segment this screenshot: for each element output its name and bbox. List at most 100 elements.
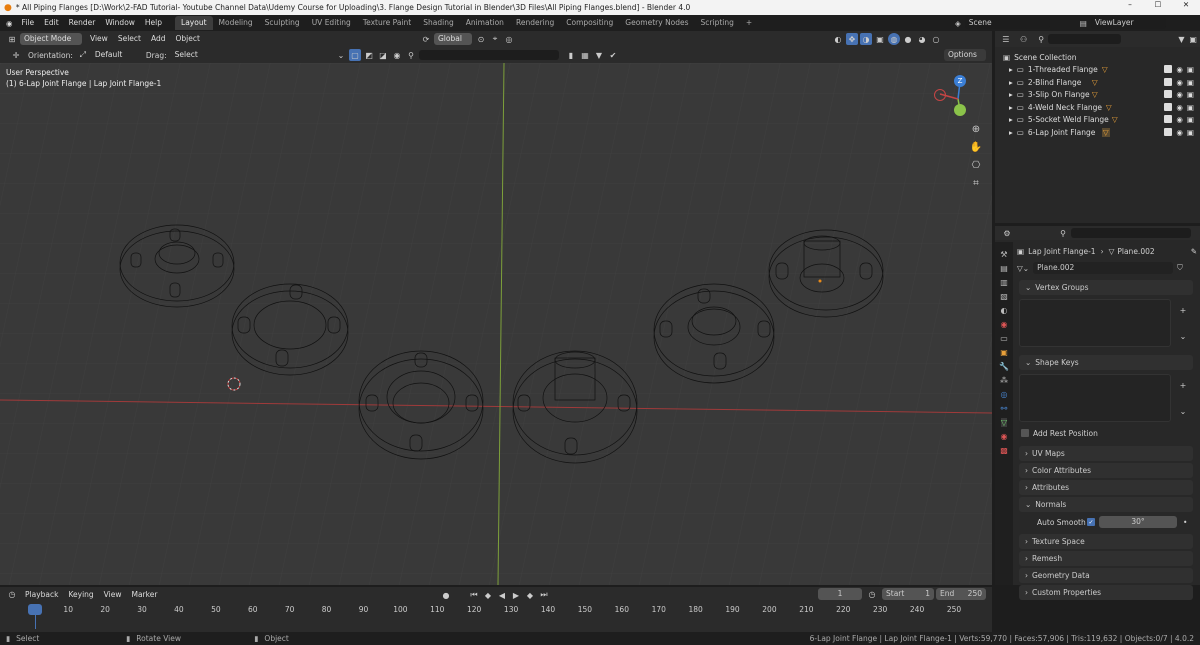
proportional-edit-icon[interactable]: ◎: [503, 33, 515, 45]
close-icon[interactable]: ✕: [1172, 0, 1200, 9]
panel-attributes[interactable]: › Attributes: [1019, 480, 1193, 495]
exclude-checkbox[interactable]: [1164, 77, 1173, 86]
panel-vertex-groups[interactable]: ⌄ Vertex Groups: [1019, 280, 1193, 295]
tab-layout[interactable]: Layout: [175, 16, 213, 30]
maximize-icon[interactable]: ☐: [1144, 0, 1172, 9]
clock-icon[interactable]: ◷: [866, 588, 878, 600]
start-frame-field[interactable]: Start 1: [882, 588, 934, 600]
bookmark-icon[interactable]: ▮: [565, 49, 577, 61]
tab-sculpting[interactable]: Sculpting: [259, 16, 306, 30]
eye-icon[interactable]: ◉: [1176, 90, 1183, 99]
camera-render-icon[interactable]: ▣: [1187, 128, 1194, 137]
menu-marker[interactable]: Marker: [126, 587, 162, 603]
camera-render-icon[interactable]: ▣: [1187, 115, 1194, 124]
play-reverse-icon[interactable]: ◀: [496, 589, 508, 601]
outliner-item[interactable]: ▸ ▭ 5-Socket Weld Flange ▽ ◉ ▣: [995, 114, 1200, 127]
navigation-gizmo[interactable]: Z: [930, 73, 970, 119]
menu-window[interactable]: Window: [100, 15, 140, 31]
transform-orientation-selector[interactable]: Global: [434, 33, 472, 45]
eye-icon[interactable]: ◉: [1176, 65, 1183, 74]
view-layer-tab-icon[interactable]: ▧: [1000, 292, 1008, 301]
camera-render-icon[interactable]: ▣: [1187, 65, 1194, 74]
add-shape-key-button[interactable]: +: [1177, 379, 1189, 391]
shape-keys-list[interactable]: [1019, 374, 1171, 422]
scene-selector[interactable]: Scene: [964, 17, 1050, 29]
check-icon[interactable]: ✔: [607, 49, 619, 61]
mesh-name-field[interactable]: Plane.002: [1033, 262, 1174, 274]
current-frame-field[interactable]: 1: [818, 588, 862, 600]
gizmo-y-axis[interactable]: [954, 104, 966, 116]
prev-keyframe-icon[interactable]: ◆: [482, 589, 494, 601]
chevron-down-icon[interactable]: ⌄: [1177, 330, 1189, 342]
tab-geometry-nodes[interactable]: Geometry Nodes: [619, 16, 694, 30]
outliner-search-input[interactable]: [1048, 34, 1121, 44]
scene-collection[interactable]: ▣ Scene Collection: [995, 51, 1200, 64]
data-tab-icon[interactable]: ▽: [1000, 418, 1008, 427]
camera-icon[interactable]: ⎔: [970, 159, 982, 171]
tool-tab-icon[interactable]: ⚒: [1000, 250, 1007, 259]
keyframe-dot-icon[interactable]: •: [1183, 518, 1187, 527]
vertex-groups-list[interactable]: [1019, 299, 1171, 347]
eye-icon[interactable]: ◉: [1176, 103, 1183, 112]
view-layer-selector[interactable]: ViewLayer: [1090, 17, 1166, 29]
xray-icon[interactable]: ▣: [874, 33, 886, 45]
curve-icon[interactable]: ◪: [377, 49, 389, 61]
world-tab-icon[interactable]: ◉: [1001, 320, 1008, 329]
render-tab-icon[interactable]: ▤: [1000, 264, 1008, 273]
outliner-item[interactable]: ▸ ▭ 1-Threaded Flange ▽ ◉ ▣: [995, 64, 1200, 77]
menu-view[interactable]: View: [85, 31, 113, 47]
drag-selector[interactable]: Select Box: [171, 49, 217, 71]
filter-object-types-icon[interactable]: ▢: [349, 49, 361, 61]
tab-uv-editing[interactable]: UV Editing: [306, 16, 357, 30]
mesh-icon[interactable]: ◩: [363, 49, 375, 61]
auto-smooth-checkbox[interactable]: ✓: [1087, 518, 1095, 526]
layer-icon[interactable]: ▦: [579, 49, 591, 61]
eye-icon[interactable]: ◉: [1176, 128, 1183, 137]
scene-tab-icon[interactable]: ◐: [1001, 306, 1008, 315]
minimize-icon[interactable]: –: [1116, 0, 1144, 9]
jump-start-icon[interactable]: ⏮: [468, 589, 480, 601]
frame-ruler[interactable]: 1102030405060708090100110120130140150160…: [0, 605, 992, 615]
exclude-checkbox[interactable]: [1164, 115, 1173, 124]
playhead[interactable]: [28, 604, 42, 615]
pan-hand-icon[interactable]: ✋: [970, 141, 982, 153]
light-icon[interactable]: ◉: [391, 49, 403, 61]
expand-arrow-icon[interactable]: ▸: [1009, 115, 1013, 124]
overlay-toggle-icon[interactable]: ◑: [860, 33, 872, 45]
camera-render-icon[interactable]: ▣: [1187, 90, 1194, 99]
collection-tab-icon[interactable]: ▭: [1000, 334, 1008, 343]
outliner-editor-icon[interactable]: ☰: [1001, 33, 1011, 45]
editor-type-icon[interactable]: ⊞: [6, 33, 18, 45]
auto-smooth-angle-field[interactable]: 30°: [1099, 516, 1177, 528]
blender-menu-icon[interactable]: ◉: [0, 19, 17, 28]
add-vertex-group-button[interactable]: +: [1177, 304, 1189, 316]
expand-arrow-icon[interactable]: ▸: [1009, 78, 1013, 87]
add-rest-position-checkbox[interactable]: [1021, 429, 1029, 437]
panel-remesh[interactable]: › Remesh: [1019, 551, 1193, 566]
grid-view-icon[interactable]: ⌗: [970, 177, 982, 189]
output-tab-icon[interactable]: ▥: [1000, 278, 1008, 287]
camera-render-icon[interactable]: ▣: [1187, 103, 1194, 112]
add-workspace-icon[interactable]: +: [740, 16, 758, 30]
jump-end-icon[interactable]: ⏭: [538, 589, 550, 601]
panel-uv-maps[interactable]: › UV Maps: [1019, 446, 1193, 461]
tab-shading[interactable]: Shading: [417, 16, 459, 30]
eye-icon[interactable]: ◉: [1176, 78, 1183, 87]
panel-shape-keys[interactable]: ⌄ Shape Keys: [1019, 355, 1193, 370]
properties-search-input[interactable]: [1071, 228, 1191, 238]
exclude-checkbox[interactable]: [1164, 127, 1173, 136]
visibility-icon[interactable]: ◐: [832, 33, 844, 45]
gizmo-toggle-icon[interactable]: ✥: [846, 33, 858, 45]
menu-add[interactable]: Add: [146, 31, 171, 47]
end-frame-field[interactable]: End 250: [936, 588, 986, 600]
fake-user-icon[interactable]: ⛉: [1177, 263, 1183, 273]
tab-compositing[interactable]: Compositing: [560, 16, 619, 30]
exclude-checkbox[interactable]: [1164, 102, 1173, 111]
timeline-editor-icon[interactable]: ◷: [6, 589, 18, 601]
expand-arrow-icon[interactable]: ▸: [1009, 65, 1013, 74]
pin-icon[interactable]: ✎: [1191, 247, 1197, 256]
play-icon[interactable]: ▶: [510, 589, 522, 601]
shading-rendered-icon[interactable]: ○: [930, 33, 942, 45]
panel-texture-space[interactable]: › Texture Space: [1019, 534, 1193, 549]
shading-wireframe-icon[interactable]: ◍: [888, 33, 900, 45]
